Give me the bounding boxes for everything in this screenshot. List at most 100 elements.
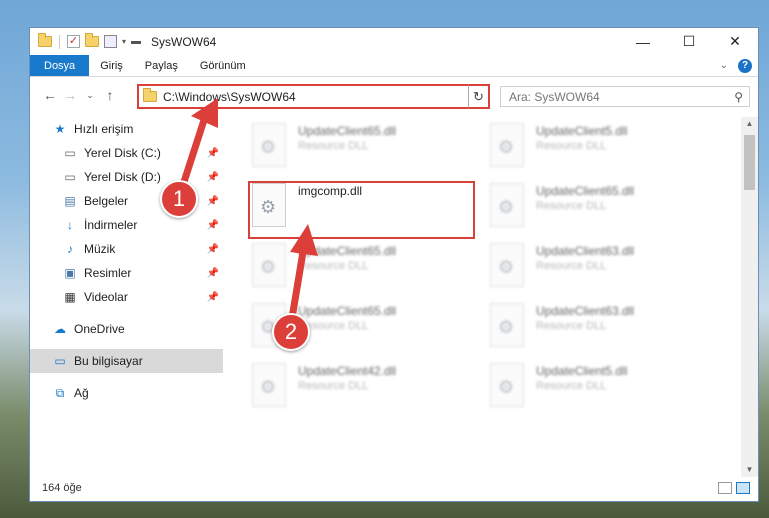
address-path: C:\Windows\SysWOW64	[163, 89, 296, 104]
sidebar-item-label: Videolar	[84, 290, 128, 304]
qa-dropdown-icon[interactable]: ▾	[122, 37, 126, 46]
file-name: UpdateClient42.dll	[298, 364, 397, 378]
window-title: SysWOW64	[151, 34, 217, 49]
explorer-window: ✓ ▾ ▬ SysWOW64 — ☐ ✕ Dosya Giriş Paylaş …	[29, 27, 759, 502]
dll-file-icon: ⚙	[490, 243, 524, 287]
search-input[interactable]: Ara: SysWOW64 ⚲	[500, 86, 750, 107]
toolbar-divider	[59, 34, 60, 49]
sidebar-item-network[interactable]: ⧉ Ağ	[30, 381, 223, 405]
file-item[interactable]: ⚙ UpdateClient63.dll Resource DLL	[490, 299, 720, 359]
download-icon: ↓	[67, 218, 73, 232]
videos-icon: ▦	[64, 290, 76, 304]
properties-check-icon[interactable]: ✓	[67, 35, 80, 48]
close-button[interactable]: ✕	[712, 28, 758, 55]
file-type: Resource DLL	[298, 380, 369, 392]
qa-menu-icon[interactable]: ▬	[131, 36, 141, 47]
pin-icon[interactable]: 📌	[207, 220, 219, 231]
sidebar-item-label: Belgeler	[84, 194, 129, 208]
file-name: UpdateClient5.dll	[536, 364, 628, 378]
pin-icon[interactable]: 📌	[207, 196, 219, 207]
sidebar-item-music[interactable]: ♪ Müzik 📌	[30, 237, 223, 261]
pin-icon[interactable]: 📌	[207, 244, 219, 255]
ribbon-tabs: Dosya Giriş Paylaş Görünüm ⌄ ?	[30, 55, 758, 77]
up-arrow-icon[interactable]: ↑	[100, 85, 120, 105]
large-icons-view-icon[interactable]	[736, 482, 750, 494]
pictures-icon: ▣	[64, 266, 76, 280]
file-item[interactable]: ⚙ UpdateClient65.dll Resource DLL	[252, 239, 482, 299]
tab-view[interactable]: Görünüm	[189, 55, 257, 76]
sidebar-item-drive-c[interactable]: ▭ Yerel Disk (C:) 📌	[30, 141, 223, 165]
dll-file-icon: ⚙	[490, 363, 524, 407]
tab-file[interactable]: Dosya	[30, 55, 90, 76]
address-folder-icon	[143, 88, 157, 102]
file-type: Resource DLL	[536, 380, 607, 392]
dll-file-icon: ⚙	[252, 363, 286, 407]
details-view-icon[interactable]	[718, 482, 732, 494]
sidebar-item-videos[interactable]: ▦ Videolar 📌	[30, 285, 223, 309]
title-bar: ✓ ▾ ▬ SysWOW64 — ☐ ✕	[30, 28, 758, 55]
file-type: Resource DLL	[536, 200, 607, 212]
file-item[interactable]: ⚙ UpdateClient65.dll Resource DLL	[490, 179, 720, 239]
sidebar-item-downloads[interactable]: ↓ İndirmeler 📌	[30, 213, 223, 237]
maximize-button[interactable]: ☐	[666, 28, 712, 55]
computer-icon: ▭	[54, 354, 66, 368]
forward-arrow-icon[interactable]: →	[60, 85, 80, 105]
cloud-icon: ☁	[54, 322, 66, 336]
imgcomp-highlight-box	[248, 181, 475, 239]
dll-file-icon: ⚙	[252, 243, 286, 287]
sidebar-item-label: Müzik	[84, 242, 116, 256]
music-icon: ♪	[67, 242, 73, 256]
sidebar-item-label: OneDrive	[74, 322, 125, 336]
sidebar-item-label: Yerel Disk (D:)	[84, 170, 161, 184]
file-item[interactable]: ⚙ UpdateClient5.dll Resource DLL	[490, 119, 720, 179]
file-item[interactable]: ⚙ UpdateClient63.dll Resource DLL	[490, 239, 720, 299]
sidebar-item-drive-d[interactable]: ▭ Yerel Disk (D:) 📌	[30, 165, 223, 189]
file-type: Resource DLL	[298, 140, 369, 152]
new-folder-icon[interactable]	[85, 33, 99, 47]
back-arrow-icon[interactable]: ←	[40, 85, 60, 105]
file-type: Resource DLL	[536, 140, 607, 152]
pin-icon[interactable]: 📌	[207, 148, 219, 159]
file-name: UpdateClient63.dll	[536, 304, 635, 318]
address-bar[interactable]: C:\Windows\SysWOW64 ⌄	[137, 84, 490, 109]
sidebar-item-onedrive[interactable]: ☁ OneDrive	[30, 317, 223, 341]
search-icon: ⚲	[734, 89, 743, 104]
sidebar-item-label: Resimler	[84, 266, 132, 280]
recent-locations-icon[interactable]: ⌄	[80, 85, 100, 105]
status-bar: 164 öğe	[30, 475, 758, 501]
vertical-scrollbar[interactable]: ▲ ▼	[741, 117, 758, 477]
dll-file-icon: ⚙	[490, 303, 524, 347]
sidebar-item-this-pc[interactable]: ▭ Bu bilgisayar	[30, 349, 223, 373]
customize-icon[interactable]	[104, 35, 117, 48]
folder-icon	[38, 33, 52, 47]
scroll-thumb[interactable]	[744, 135, 755, 190]
dll-file-icon: ⚙	[490, 183, 524, 227]
file-type: Resource DLL	[536, 320, 607, 332]
dll-file-icon: ⚙	[490, 123, 524, 167]
minimize-button[interactable]: —	[620, 28, 666, 55]
file-name: UpdateClient65.dll	[298, 124, 397, 138]
file-item[interactable]: ⚙ UpdateClient42.dll Resource DLL	[252, 359, 482, 419]
file-name: UpdateClient65.dll	[536, 184, 635, 198]
pin-icon[interactable]: 📌	[207, 172, 219, 183]
refresh-icon[interactable]: ↻	[468, 84, 490, 109]
pin-icon[interactable]: 📌	[207, 268, 219, 279]
file-type: Resource DLL	[536, 260, 607, 272]
tab-share[interactable]: Paylaş	[134, 55, 189, 76]
sidebar-item-pictures[interactable]: ▣ Resimler 📌	[30, 261, 223, 285]
scroll-up-icon[interactable]: ▲	[741, 117, 758, 131]
expand-ribbon-icon[interactable]: ⌄	[720, 60, 728, 71]
tab-home[interactable]: Giriş	[89, 55, 134, 76]
help-icon[interactable]: ?	[738, 58, 752, 73]
sidebar-item-label: Hızlı erişim	[74, 122, 134, 136]
pin-icon[interactable]: 📌	[207, 292, 219, 303]
drive-icon: ▭	[64, 170, 76, 184]
file-name: UpdateClient65.dll	[298, 244, 397, 258]
file-type: Resource DLL	[298, 320, 369, 332]
file-item[interactable]: ⚙ UpdateClient5.dll Resource DLL	[490, 359, 720, 419]
file-type: Resource DLL	[298, 260, 369, 272]
step-1-badge: 1	[160, 180, 198, 218]
step-2-badge: 2	[272, 313, 310, 351]
file-item[interactable]: ⚙ UpdateClient65.dll Resource DLL	[252, 119, 482, 179]
sidebar-item-quick-access[interactable]: ★ Hızlı erişim	[30, 117, 223, 141]
